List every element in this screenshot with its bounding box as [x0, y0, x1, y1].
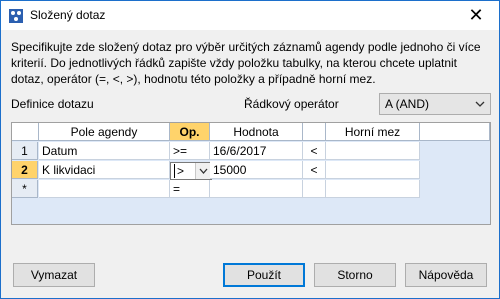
definition-label: Definice dotazu: [11, 97, 94, 111]
op-select[interactable]: >: [170, 162, 212, 180]
cell-arrow-button[interactable]: <: [303, 142, 326, 160]
row-number-active: 2: [12, 161, 38, 179]
chevron-down-icon: [475, 98, 485, 108]
text-cursor: [174, 164, 175, 178]
cell-value[interactable]: 15000: [210, 161, 303, 179]
cell-field[interactable]: [39, 180, 170, 198]
cancel-button-label: Storno: [337, 268, 373, 282]
row-operator-value: A (AND): [385, 97, 430, 111]
header-op: Op.: [170, 123, 210, 141]
apply-button[interactable]: Použít: [223, 263, 305, 287]
corner-header: [12, 123, 39, 141]
row-number: 1: [12, 142, 38, 160]
close-icon: ✕: [468, 5, 484, 25]
row-operator-select[interactable]: A (AND): [379, 93, 491, 115]
title-bar: Složený dotaz ✕: [1, 1, 499, 30]
help-button-label: Nápověda: [418, 268, 474, 282]
op-select-value: >: [177, 164, 185, 178]
header-filler: [420, 123, 490, 141]
clear-button[interactable]: Vymazat: [13, 263, 95, 287]
query-icon: [8, 8, 24, 24]
window-title: Složený dotaz: [30, 8, 106, 22]
row-operator-label: Řádkový operátor: [244, 97, 339, 111]
cell-op[interactable]: =: [170, 180, 210, 198]
chevron-down-icon[interactable]: [195, 163, 211, 179]
cell-op[interactable]: >=: [170, 142, 210, 160]
close-button[interactable]: ✕: [453, 1, 499, 30]
dialog-window: Složený dotaz ✕ Specifikujte zde složený…: [0, 0, 500, 299]
cancel-button[interactable]: Storno: [314, 263, 396, 287]
cell-field[interactable]: K likvidaci: [39, 161, 170, 179]
cell-value[interactable]: 16/6/2017: [210, 142, 303, 160]
clear-button-label: Vymazat: [30, 268, 78, 282]
header-value: Hodnota: [210, 123, 303, 141]
header-arrow: [303, 123, 326, 141]
cell-upper[interactable]: [326, 142, 420, 160]
cell-value[interactable]: [210, 180, 303, 198]
cell-arrow-button[interactable]: <: [303, 161, 326, 179]
row-number-new: *: [12, 180, 38, 198]
help-button[interactable]: Nápověda: [405, 263, 487, 287]
header-field: Pole agendy: [39, 123, 170, 141]
header-upper: Horní mez: [326, 123, 420, 141]
cell-upper[interactable]: [326, 180, 420, 198]
cell-field[interactable]: Datum: [39, 142, 170, 160]
description-text: Specifikujte zde složený dotaz pro výběr…: [11, 40, 481, 86]
cell-upper[interactable]: [326, 161, 420, 179]
query-grid: Pole agendy Op. Hodnota Horní mez 1 Datu…: [11, 122, 491, 225]
apply-button-label: Použít: [246, 268, 282, 282]
cell-arrow-button[interactable]: [303, 180, 326, 198]
